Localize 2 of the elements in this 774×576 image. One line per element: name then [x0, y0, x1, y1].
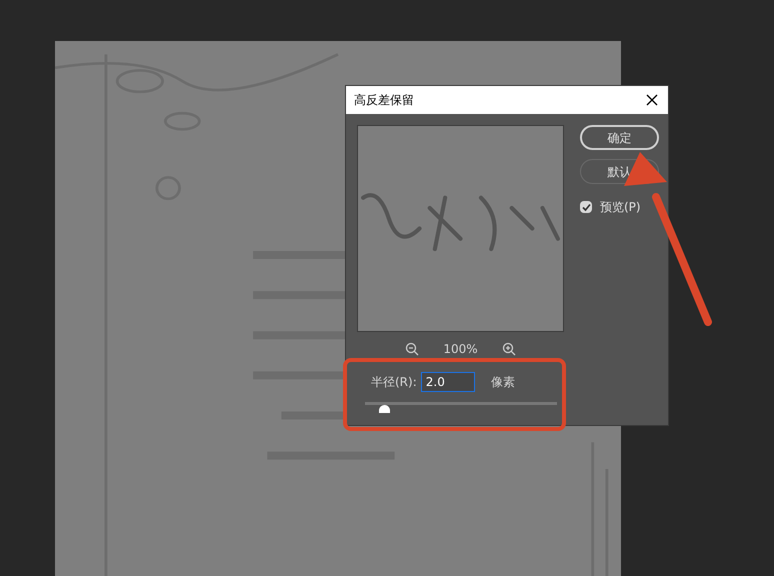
close-button[interactable] [644, 92, 660, 108]
close-icon [646, 94, 658, 106]
